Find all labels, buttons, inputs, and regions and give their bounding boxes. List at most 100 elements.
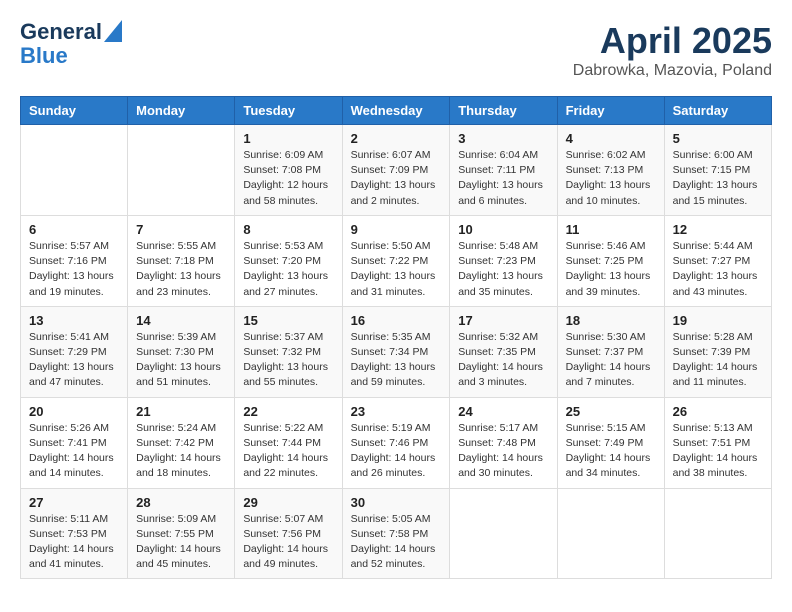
day-number: 6 [29,222,119,237]
day-info-line: Daylight: 13 hours and 6 minutes. [458,178,548,208]
day-info: Sunrise: 5:48 AMSunset: 7:23 PMDaylight:… [458,239,548,300]
day-info-line: Daylight: 14 hours and 18 minutes. [136,451,226,481]
day-number: 22 [243,404,333,419]
day-info-line: Sunset: 7:16 PM [29,254,119,269]
day-info-line: Sunrise: 5:13 AM [673,421,763,436]
page-header: General Blue April 2025 Dabrowka, Mazovi… [20,20,772,80]
day-info-line: Daylight: 13 hours and 51 minutes. [136,360,226,390]
day-info-line: Sunrise: 5:22 AM [243,421,333,436]
day-info-line: Sunrise: 5:39 AM [136,330,226,345]
day-number: 27 [29,495,119,510]
day-number: 11 [566,222,656,237]
location-subtitle: Dabrowka, Mazovia, Poland [573,62,772,80]
calendar-cell [664,488,771,579]
calendar-week-row: 27 Sunrise: 5:11 AMSunset: 7:53 PMDayligh… [21,488,772,579]
day-info: Sunrise: 5:26 AMSunset: 7:41 PMDaylight:… [29,421,119,482]
day-info-line: Sunrise: 5:26 AM [29,421,119,436]
calendar-cell: 13Sunrise: 5:41 AMSunset: 7:29 PMDayligh… [21,306,128,397]
calendar-cell: 2 Sunrise: 6:07 AMSunset: 7:09 PMDaylight… [342,125,450,216]
day-info: Sunrise: 5:13 AMSunset: 7:51 PMDaylight:… [673,421,763,482]
day-info-line: Daylight: 13 hours and 10 minutes. [566,178,656,208]
day-number: 2 [351,131,442,146]
day-info-line: Sunset: 7:20 PM [243,254,333,269]
day-info: Sunrise: 5:37 AMSunset: 7:32 PMDaylight:… [243,330,333,391]
day-info-line: Daylight: 14 hours and 22 minutes. [243,451,333,481]
day-number: 29 [243,495,333,510]
day-info-line: Sunrise: 5:05 AM [351,512,442,527]
day-info-line: Daylight: 13 hours and 15 minutes. [673,178,763,208]
day-info-line: Sunrise: 5:11 AM [29,512,119,527]
day-info: Sunrise: 5:32 AMSunset: 7:35 PMDaylight:… [458,330,548,391]
day-info-line: Daylight: 14 hours and 52 minutes. [351,542,442,572]
calendar-cell: 12Sunrise: 5:44 AMSunset: 7:27 PMDayligh… [664,215,771,306]
day-info-line: Sunset: 7:49 PM [566,436,656,451]
day-info-line: Daylight: 13 hours and 59 minutes. [351,360,442,390]
calendar-cell: 6Sunrise: 5:57 AMSunset: 7:16 PMDaylight… [21,215,128,306]
day-info-line: Daylight: 13 hours and 23 minutes. [136,269,226,299]
day-number: 26 [673,404,763,419]
day-info: Sunrise: 6:07 AMSunset: 7:09 PMDaylight:… [351,148,442,209]
day-info-line: Daylight: 14 hours and 41 minutes. [29,542,119,572]
day-info-line: Sunrise: 5:07 AM [243,512,333,527]
day-info-line: Sunrise: 5:44 AM [673,239,763,254]
day-info-line: Sunset: 7:58 PM [351,527,442,542]
calendar-table: SundayMondayTuesdayWednesdayThursdayFrid… [20,96,772,579]
weekday-header-thursday: Thursday [450,97,557,125]
day-number: 7 [136,222,226,237]
day-info-line: Sunset: 7:23 PM [458,254,548,269]
logo-text-general: General [20,20,102,44]
day-info-line: Sunrise: 5:30 AM [566,330,656,345]
day-info-line: Daylight: 14 hours and 26 minutes. [351,451,442,481]
day-info-line: Sunset: 7:08 PM [243,163,333,178]
logo-text-blue: Blue [20,44,68,68]
calendar-cell: 23Sunrise: 5:19 AMSunset: 7:46 PMDayligh… [342,397,450,488]
day-info: Sunrise: 6:09 AMSunset: 7:08 PMDaylight:… [243,148,333,209]
day-number: 17 [458,313,548,328]
calendar-week-row: 20Sunrise: 5:26 AMSunset: 7:41 PMDayligh… [21,397,772,488]
day-info: Sunrise: 5:50 AMSunset: 7:22 PMDaylight:… [351,239,442,300]
day-info-line: Sunrise: 5:53 AM [243,239,333,254]
day-info: Sunrise: 5:28 AMSunset: 7:39 PMDaylight:… [673,330,763,391]
day-info-line: Daylight: 13 hours and 2 minutes. [351,178,442,208]
calendar-cell: 16Sunrise: 5:35 AMSunset: 7:34 PMDayligh… [342,306,450,397]
day-info-line: Sunset: 7:29 PM [29,345,119,360]
day-info: Sunrise: 5:30 AMSunset: 7:37 PMDaylight:… [566,330,656,391]
day-info-line: Daylight: 13 hours and 27 minutes. [243,269,333,299]
day-info-line: Sunset: 7:46 PM [351,436,442,451]
day-info-line: Sunrise: 5:28 AM [673,330,763,345]
day-info: Sunrise: 5:19 AMSunset: 7:46 PMDaylight:… [351,421,442,482]
day-number: 9 [351,222,442,237]
day-info-line: Sunset: 7:51 PM [673,436,763,451]
day-number: 28 [136,495,226,510]
day-info-line: Daylight: 14 hours and 30 minutes. [458,451,548,481]
calendar-cell: 19Sunrise: 5:28 AMSunset: 7:39 PMDayligh… [664,306,771,397]
calendar-cell: 25Sunrise: 5:15 AMSunset: 7:49 PMDayligh… [557,397,664,488]
calendar-cell: 29Sunrise: 5:07 AMSunset: 7:56 PMDayligh… [235,488,342,579]
day-info-line: Sunrise: 6:07 AM [351,148,442,163]
day-info: Sunrise: 5:46 AMSunset: 7:25 PMDaylight:… [566,239,656,300]
calendar-cell: 9 Sunrise: 5:50 AMSunset: 7:22 PMDaylight… [342,215,450,306]
day-info-line: Sunset: 7:11 PM [458,163,548,178]
day-number: 1 [243,131,333,146]
day-info: Sunrise: 5:53 AMSunset: 7:20 PMDaylight:… [243,239,333,300]
day-info: Sunrise: 5:05 AMSunset: 7:58 PMDaylight:… [351,512,442,573]
day-info-line: Sunset: 7:32 PM [243,345,333,360]
title-block: April 2025 Dabrowka, Mazovia, Poland [573,20,772,80]
day-info: Sunrise: 5:39 AMSunset: 7:30 PMDaylight:… [136,330,226,391]
day-number: 15 [243,313,333,328]
day-info-line: Sunset: 7:56 PM [243,527,333,542]
day-number: 14 [136,313,226,328]
logo-bird-icon [104,20,122,42]
day-info: Sunrise: 5:11 AMSunset: 7:53 PMDaylight:… [29,512,119,573]
calendar-week-row: 6 Sunrise: 5:57 AMSunset: 7:16 PM Daylight… [21,215,772,306]
weekday-header-saturday: Saturday [664,97,771,125]
calendar-cell: 1 Sunrise: 6:09 AMSunset: 7:08 PMDaylight… [235,125,342,216]
day-info-line: Sunrise: 6:00 AM [673,148,763,163]
day-info-line: Sunrise: 5:57 AM [29,239,119,254]
weekday-header-sunday: Sunday [21,97,128,125]
day-number: 24 [458,404,548,419]
day-info-line: Daylight: 13 hours and 31 minutes. [351,269,442,299]
day-info: Sunrise: 5:24 AMSunset: 7:42 PMDaylight:… [136,421,226,482]
day-info-line: Sunset: 7:48 PM [458,436,548,451]
calendar-cell [128,125,235,216]
